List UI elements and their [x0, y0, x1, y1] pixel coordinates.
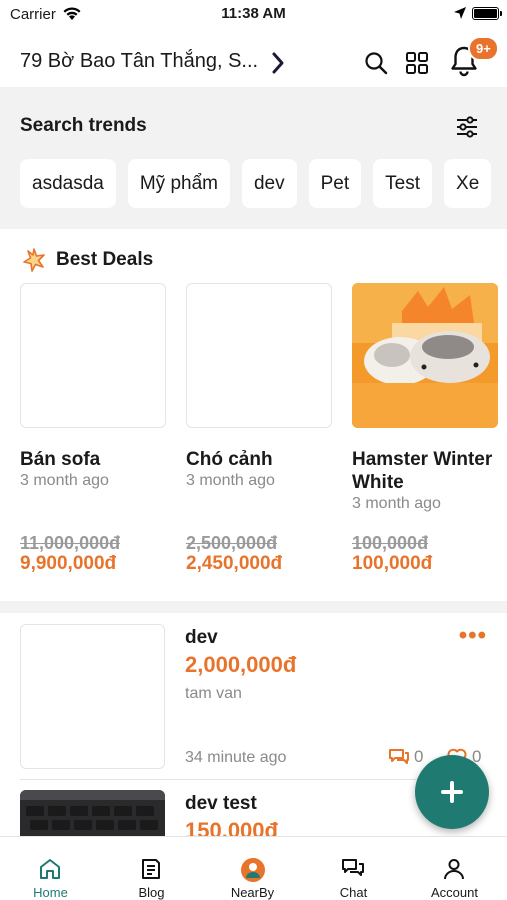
deal-time: 3 month ago [186, 472, 275, 489]
add-listing-button[interactable] [415, 755, 489, 829]
nearby-icon [240, 857, 266, 888]
listing-image-placeholder [20, 624, 165, 769]
location-address[interactable]: 79 Bờ Bao Tân Thắng, S... [20, 50, 258, 73]
laptop-keyboard-photo [20, 790, 165, 836]
nav-label: Blog [138, 885, 165, 900]
notification-badge: 9+ [468, 36, 499, 61]
blog-icon [139, 857, 163, 886]
nav-chat[interactable]: Chat [303, 837, 404, 900]
grid-icon[interactable] [405, 51, 429, 80]
nav-label: NearBy [230, 885, 275, 900]
section-divider [0, 601, 507, 613]
chat-icon [341, 857, 365, 886]
deal-price: 100,000đ [352, 553, 433, 574]
deal-title: Bán sofa [20, 449, 101, 470]
deal-old-price: 2,500,000đ [186, 533, 278, 553]
listing-price: 2,000,000đ [185, 652, 297, 677]
nav-label: Home [33, 885, 68, 900]
listing-card[interactable]: dev 2,000,000đ tam van 34 minute ago •••… [0, 622, 507, 774]
bottom-nav: Home Blog NearBy Chat Account [0, 836, 507, 900]
comment-icon [389, 749, 409, 764]
search-trends-title: Search trends [20, 115, 147, 136]
home-icon [38, 857, 62, 886]
nav-label: Chat [339, 885, 368, 900]
comment-count-value: 0 [414, 747, 424, 766]
listing-title: dev [185, 627, 218, 648]
deal-old-price: 11,000,000đ [20, 533, 121, 553]
best-deals-title: Best Deals [56, 249, 154, 270]
trend-chip[interactable]: Xe [444, 159, 492, 208]
clock: 11:38 AM [221, 5, 286, 22]
listing-time: 34 minute ago [185, 749, 287, 766]
deal-card[interactable]: Chó cảnh 3 month ago 2,500,000đ 2,450,00… [186, 283, 332, 574]
battery-icon [472, 7, 502, 20]
account-icon [442, 857, 466, 886]
top-bar: 79 Bờ Bao Tân Thắng, S... 9+ [0, 36, 507, 88]
trend-chip[interactable]: Test [373, 159, 433, 208]
status-bar: Carrier 11:38 AM [0, 0, 507, 30]
deal-price: 2,450,000đ [186, 553, 283, 574]
deal-card[interactable]: Hamster Winter White 3 month ago 100,000… [352, 283, 498, 574]
deal-title: Hamster Winter White [352, 449, 493, 493]
listing-price: 150,000đ [185, 818, 278, 836]
trend-chip[interactable]: Mỹ phẩm [127, 159, 230, 208]
deal-image-placeholder [186, 283, 332, 428]
deal-price: 9,900,000đ [20, 553, 117, 574]
trend-chip[interactable]: dev [241, 159, 297, 208]
nav-account[interactable]: Account [404, 837, 505, 900]
listing-seller: tam van [185, 685, 242, 702]
deal-time: 3 month ago [352, 495, 441, 512]
chevron-right-icon[interactable] [270, 50, 286, 81]
trend-chip[interactable]: Pet [308, 159, 362, 208]
nav-blog[interactable]: Blog [101, 837, 202, 900]
deal-time: 3 month ago [20, 472, 109, 489]
best-deals-carousel[interactable]: Bán sofa 3 month ago 11,000,000đ 9,900,0… [20, 283, 507, 583]
listing-title: dev test [185, 793, 257, 814]
deal-title: Chó cảnh [186, 449, 273, 470]
hamster-photo [352, 283, 498, 428]
more-options-icon[interactable]: ••• [459, 622, 487, 650]
deal-old-price: 100,000đ [352, 533, 429, 553]
trend-chip[interactable]: asdasda [20, 159, 116, 208]
location-arrow-icon [453, 6, 467, 25]
deal-card[interactable]: Bán sofa 3 month ago 11,000,000đ 9,900,0… [20, 283, 166, 574]
comment-count[interactable]: 0 [388, 747, 423, 767]
search-trends-section: Search trends asdasda Mỹ phẩm dev Pet Te… [0, 87, 507, 229]
trend-chips: asdasda Mỹ phẩm dev Pet Test Xe [20, 159, 492, 208]
search-icon[interactable] [364, 51, 388, 80]
sparkle-icon [20, 246, 48, 279]
deal-image-placeholder [20, 283, 166, 428]
filter-sliders-icon[interactable] [455, 115, 479, 144]
nav-nearby[interactable]: NearBy [202, 837, 303, 900]
nav-home[interactable]: Home [0, 837, 101, 900]
nav-label: Account [431, 885, 478, 900]
